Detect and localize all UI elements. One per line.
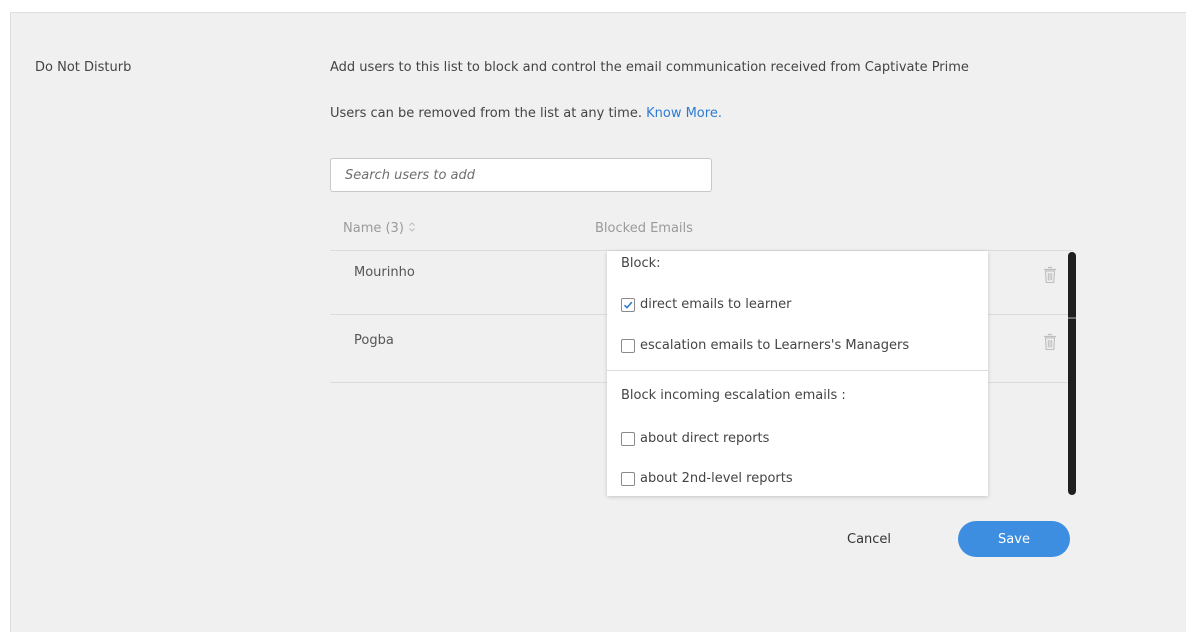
column-header-name[interactable]: Name (3) — [343, 221, 416, 236]
section-label: Do Not Disturb — [35, 60, 132, 75]
search-users-input[interactable] — [330, 158, 712, 192]
option-label: about 2nd-level reports — [640, 471, 793, 486]
do-not-disturb-panel: Do Not Disturb Add users to this list to… — [10, 12, 1186, 632]
checkbox-unchecked[interactable] — [621, 471, 635, 486]
trash-icon[interactable] — [1043, 333, 1057, 351]
checkmark-icon — [623, 301, 633, 309]
option-label: about direct reports — [640, 431, 770, 446]
checkbox-unchecked[interactable] — [621, 431, 635, 446]
checkbox-unchecked[interactable] — [621, 338, 635, 353]
column-header-blocked-emails: Blocked Emails — [595, 221, 693, 236]
escalation-heading: Block incoming escalation emails : — [621, 388, 846, 403]
trash-icon[interactable] — [1043, 266, 1057, 284]
table-row-name: Mourinho — [354, 265, 415, 280]
option-about-2nd-level-reports[interactable]: about 2nd-level reports — [621, 471, 793, 486]
section-note: Users can be removed from the list at an… — [330, 106, 722, 121]
cancel-button[interactable]: Cancel — [837, 528, 901, 551]
scrollbar[interactable] — [1068, 252, 1076, 495]
dropdown-divider — [607, 370, 988, 371]
sort-icon[interactable] — [408, 221, 416, 233]
option-about-direct-reports[interactable]: about direct reports — [621, 431, 769, 446]
option-escalation-emails-to-managers[interactable]: escalation emails to Learners's Managers — [621, 338, 909, 353]
column-header-name-label: Name (3) — [343, 221, 404, 236]
save-button[interactable]: Save — [958, 521, 1070, 557]
know-more-link[interactable]: Know More. — [646, 106, 722, 121]
checkbox-checked[interactable] — [621, 297, 635, 312]
section-note-text: Users can be removed from the list at an… — [330, 106, 647, 121]
block-heading: Block: — [621, 256, 661, 271]
option-direct-emails-to-learner[interactable]: direct emails to learner — [621, 297, 792, 312]
option-label: escalation emails to Learners's Managers — [640, 338, 910, 353]
blocked-emails-dropdown: Block: direct emails to learner escalati… — [607, 251, 988, 496]
table-row-name: Pogba — [354, 333, 394, 348]
scrollbar-thumb-mark — [1068, 317, 1076, 319]
section-description: Add users to this list to block and cont… — [330, 60, 969, 75]
option-label: direct emails to learner — [640, 297, 792, 312]
